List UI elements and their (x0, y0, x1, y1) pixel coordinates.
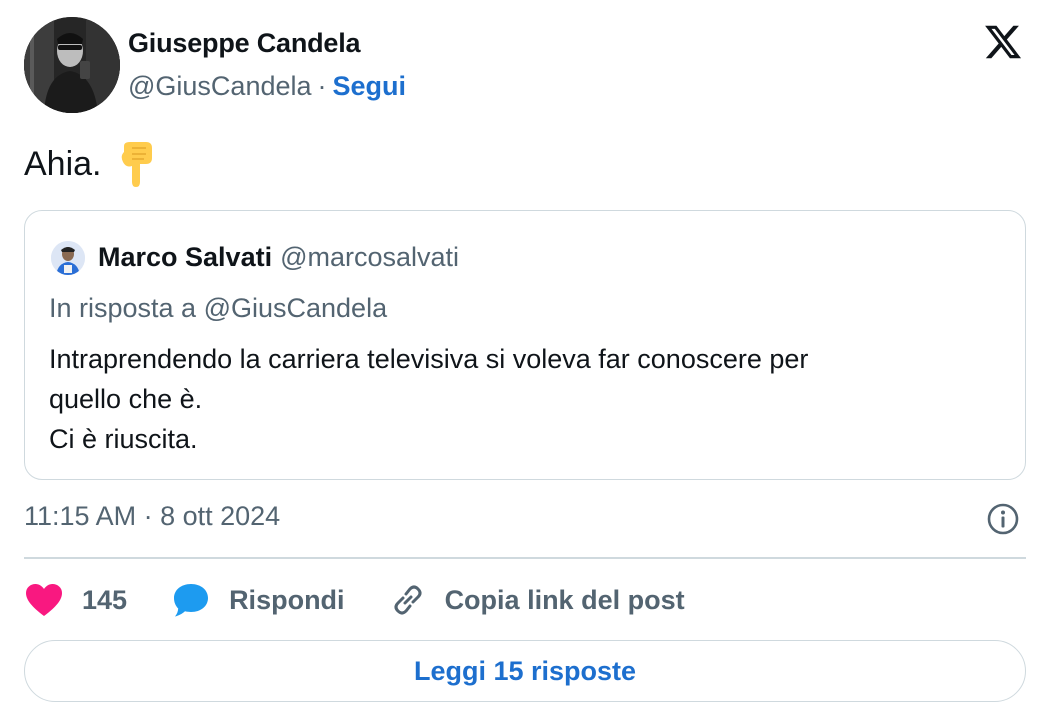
quoted-author-handle[interactable]: @marcosalvati (280, 242, 459, 272)
separator: · (317, 71, 327, 101)
link-icon (394, 585, 422, 615)
speech-bubble-icon (174, 584, 209, 617)
pointing-down-hand-icon (121, 142, 152, 187)
like-button[interactable]: 145 (24, 582, 127, 618)
quoted-author-row: Marco Salvati @marcosalvati (98, 242, 459, 273)
author-avatar[interactable] (24, 17, 120, 113)
quoted-author-name[interactable]: Marco Salvati (98, 242, 272, 272)
post-timestamp[interactable]: 11:15 AM · 8 ott 2024 (24, 501, 280, 532)
author-handle[interactable]: @GiusCandela (128, 71, 312, 101)
info-icon[interactable] (986, 502, 1020, 536)
quoted-avatar-photo (51, 241, 85, 275)
copy-link-label: Copia link del post (444, 584, 685, 615)
quoted-text-line: quello che è. (49, 384, 203, 414)
post-text: Ahia. (24, 140, 156, 188)
heart-icon (26, 584, 62, 616)
follow-link[interactable]: Segui (333, 71, 407, 101)
quoted-text-line: Intraprendendo la carriera televisiva si… (49, 344, 809, 374)
author-name[interactable]: Giuseppe Candela (128, 28, 361, 59)
quoted-text-line: Ci è riuscita. (49, 424, 198, 454)
reply-context: In risposta a @GiusCandela (49, 293, 388, 323)
author-avatar-photo (24, 17, 120, 113)
copy-link-button[interactable]: Copia link del post (389, 581, 685, 619)
x-logo-icon[interactable] (982, 22, 1024, 62)
like-count: 145 (82, 584, 128, 615)
read-replies-button[interactable]: Leggi 15 risposte (24, 640, 1026, 702)
author-handle-row: @GiusCandela · Segui (128, 71, 406, 102)
post-text-content: Ahia. (24, 144, 102, 183)
reply-button[interactable]: Rispondi (171, 581, 345, 619)
divider (24, 557, 1026, 559)
quoted-post[interactable]: Marco Salvati @marcosalvati In risposta a… (24, 210, 1026, 480)
quoted-post-text: Intraprendendo la carriera televisiva si… (49, 339, 989, 459)
reply-label: Rispondi (229, 584, 345, 615)
quoted-author-avatar[interactable] (51, 241, 85, 275)
embedded-post-card: Giuseppe Candela @GiusCandela · Segui Ahia… (0, 0, 1056, 710)
action-bar: 145 Rispondi Copia link del post (24, 578, 729, 622)
